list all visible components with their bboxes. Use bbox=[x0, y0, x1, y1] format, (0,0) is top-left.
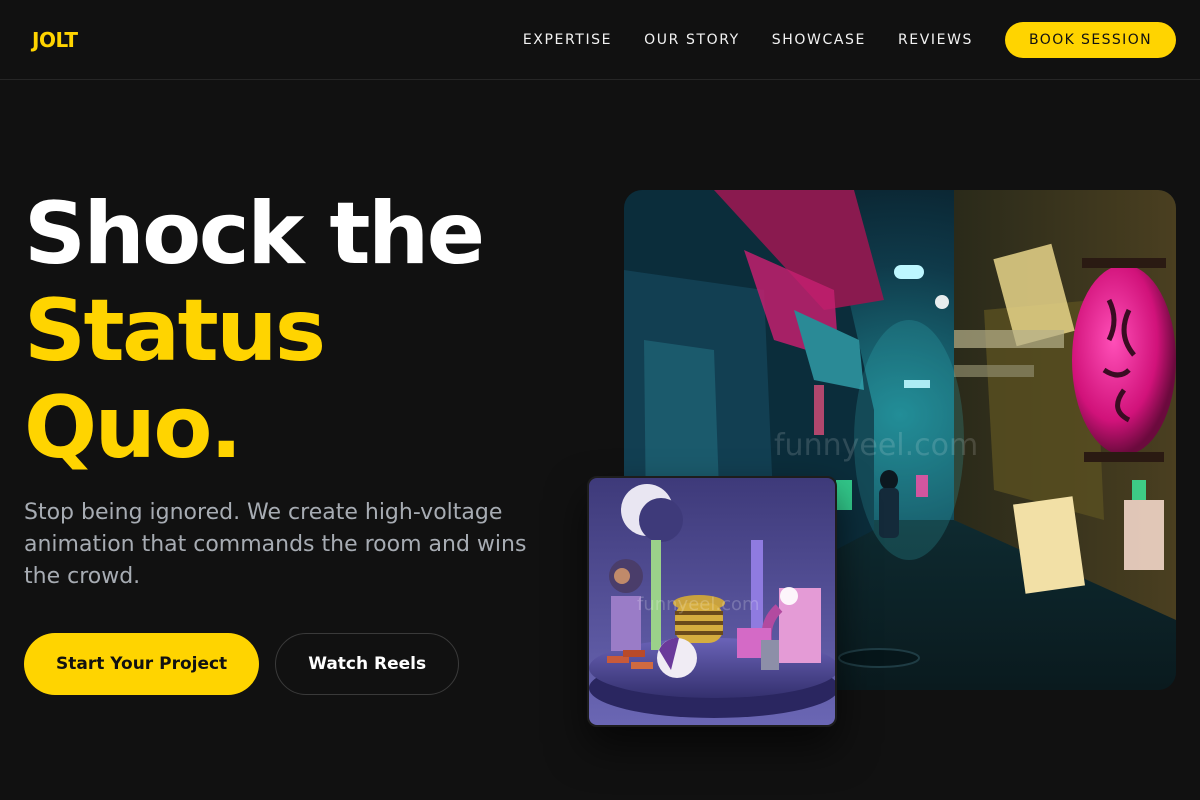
nav-link-our-story[interactable]: OUR STORY bbox=[644, 32, 740, 48]
site-header: JOLT EXPERTISE OUR STORY SHOWCASE REVIEW… bbox=[0, 0, 1200, 80]
abstract-3d-illustration: funnyeel.com bbox=[589, 478, 835, 725]
hero-subtext: Stop being ignored. We create high-volta… bbox=[24, 500, 527, 589]
hero-headline: Shock the Status Quo. bbox=[24, 184, 485, 478]
book-session-button[interactable]: BOOK SESSION bbox=[1005, 21, 1176, 58]
main-nav: EXPERTISE OUR STORY SHOWCASE REVIEWS BOO… bbox=[523, 21, 1176, 58]
watch-reels-button[interactable]: Watch Reels bbox=[275, 633, 460, 695]
nav-link-reviews[interactable]: REVIEWS bbox=[898, 32, 973, 48]
nav-link-showcase[interactable]: SHOWCASE bbox=[772, 32, 866, 48]
card-image-watermark: funnyeel.com bbox=[637, 594, 760, 615]
hero-cta-row: Start Your Project Watch Reels bbox=[24, 633, 460, 695]
headline-line-3: Quo. bbox=[24, 378, 243, 478]
headline-line-1: Shock the bbox=[24, 184, 485, 284]
main-image-watermark: funnyeel.com bbox=[774, 428, 978, 463]
hero-card-image: funnyeel.com bbox=[587, 476, 837, 727]
jolt-logo[interactable]: JOLT bbox=[32, 28, 78, 52]
start-project-button[interactable]: Start Your Project bbox=[24, 633, 260, 695]
nav-link-expertise[interactable]: EXPERTISE bbox=[523, 32, 612, 48]
headline-line-2: Status bbox=[24, 281, 326, 381]
